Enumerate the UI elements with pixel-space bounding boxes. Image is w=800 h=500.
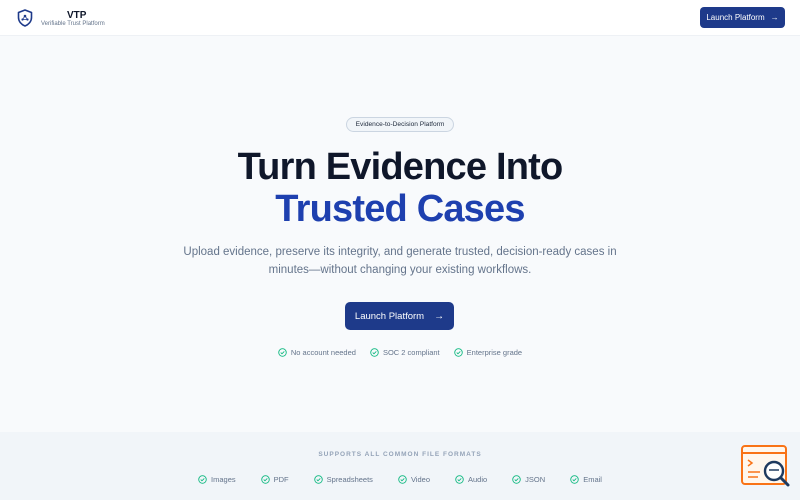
feature-label: SOC 2 compliant [382,348,440,357]
hero-headline-line2: Trusted Cases [275,188,525,230]
format-label: Video [410,475,430,484]
check-circle-icon [512,475,521,484]
format-item: Email [570,475,602,484]
formats-title: SUPPORTS ALL COMMON FILE FORMATS [318,451,482,458]
format-item: JSON [512,475,545,484]
format-label: Spreadsheets [326,475,373,484]
hero-features: No account needed SOC 2 compliant Enterp… [0,348,800,357]
format-label: JSON [525,475,546,484]
check-circle-icon [198,475,207,484]
check-circle-icon [453,348,463,357]
arrow-right-icon: → [434,310,445,322]
format-label: PDF [273,475,289,484]
header-launch-label: Launch Platform [706,13,765,22]
search-widget-icon[interactable] [740,444,792,490]
format-item: Spreadsheets [313,475,373,484]
formats-list: Images PDF Spreadsheets Video Audio JSON… [0,475,800,484]
format-item: Audio [455,475,487,484]
format-item: PDF [260,475,289,484]
feature-item: SOC 2 compliant [370,348,440,357]
hero-headline-line1: Turn Evidence Into [237,146,564,188]
feature-label: No account needed [290,348,356,357]
feature-label: Enterprise grade [466,348,523,357]
check-circle-icon [570,475,579,484]
check-circle-icon [398,475,407,484]
check-circle-icon [370,348,379,357]
hero-launch-button[interactable]: Launch Platform → [345,302,454,330]
shield-icon [17,9,33,27]
top-nav: VTP Verifiable Trust Platform Launch Pla… [0,0,800,36]
hero-badge: Evidence-to-Decision Platform [346,117,454,132]
format-label: Audio [467,475,488,484]
check-circle-icon [278,348,287,357]
format-item: Images [198,475,236,484]
format-label: Images [211,475,236,484]
check-circle-icon [260,475,270,484]
formats-section: SUPPORTS ALL COMMON FILE FORMATS Images … [0,432,800,500]
hero-subtitle: Upload evidence, preserve its integrity,… [183,246,617,276]
brand-title: VTP [67,10,87,21]
brand-subtitle: Verifiable Trust Platform [41,21,105,27]
feature-item: No account needed [278,348,356,357]
feature-item: Enterprise grade [453,348,523,357]
header-launch-button[interactable]: Launch Platform → [700,7,785,28]
arrow-right-icon: → [770,13,779,22]
hero-launch-label: Launch Platform [354,310,425,322]
check-circle-icon [313,475,323,484]
check-circle-icon [455,475,464,484]
format-label: Email [583,475,602,484]
format-item: Video [398,475,430,484]
